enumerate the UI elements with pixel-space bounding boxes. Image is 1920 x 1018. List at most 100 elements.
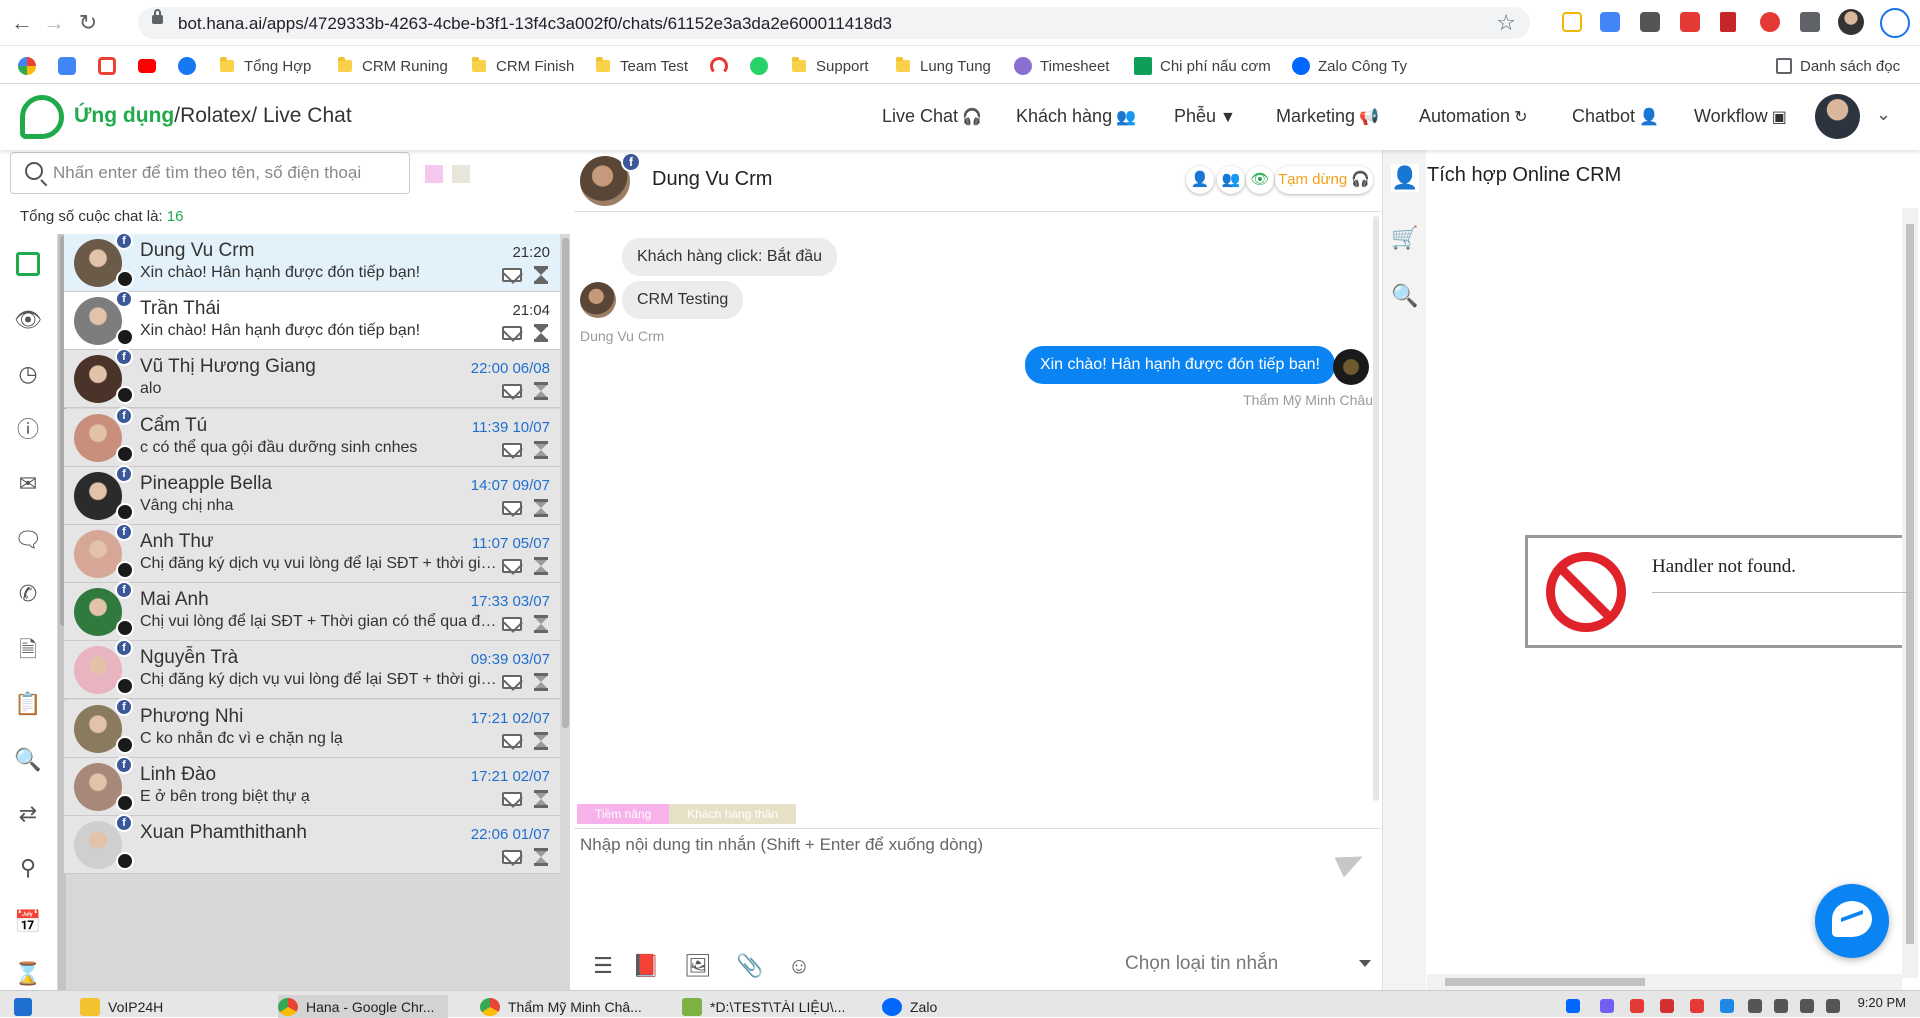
envelope-icon[interactable] [502, 733, 522, 748]
taskbar-item-notepad[interactable]: *D:\TEST\TÀI LIỆU\... [682, 995, 845, 1018]
menu-icon[interactable] [1880, 8, 1910, 38]
user-avatar[interactable] [1815, 94, 1860, 139]
bookmark-support[interactable]: Support [792, 55, 869, 77]
tag-potential[interactable]: Tiềm năng [577, 804, 670, 824]
file-export-icon[interactable]: 🗎 [14, 636, 42, 664]
nav-live-chat[interactable]: Live Chat 🎧 [882, 106, 982, 127]
tray-wifi-icon[interactable] [1748, 999, 1762, 1013]
hourglass-icon[interactable] [534, 673, 548, 692]
hana-logo-icon[interactable] [20, 95, 64, 139]
tray-keyboard-icon[interactable] [1826, 999, 1840, 1013]
start-icon[interactable] [14, 995, 40, 1018]
reload-icon[interactable]: ↻ [76, 11, 100, 35]
translate-extension-icon[interactable] [1600, 12, 1620, 32]
bookmark-crm-runing[interactable]: CRM Runing [338, 55, 448, 77]
book-icon[interactable]: 📕 [632, 953, 659, 979]
address-bar[interactable]: bot.hana.ai/apps/4729333b-4263-4cbe-b3f1… [138, 7, 1530, 39]
tag-close-customer[interactable]: Khách hàng thân [669, 804, 796, 824]
message-type-select[interactable]: Chọn loại tin nhắn [1125, 953, 1278, 975]
taskbar-item-chrome-hana[interactable]: Hana - Google Chr... [278, 995, 449, 1018]
paperclip-icon[interactable]: 📎 [736, 953, 763, 979]
nav-automation[interactable]: Automation ↻ [1419, 106, 1527, 127]
chat-list-item[interactable]: f Dung Vu Crm Xin chào! Hân hạnh được đón … [64, 232, 560, 292]
sitemap-icon[interactable]: ☰ [590, 953, 616, 979]
pause-button[interactable]: Tạm dừng 🎧 [1275, 166, 1373, 194]
envelope-icon[interactable] [502, 326, 522, 341]
taskbar-item-chrome-minhchau[interactable]: Thẩm Mỹ Minh Châ... [480, 995, 642, 1018]
cart-icon[interactable]: 🛒 [1391, 224, 1419, 252]
hide-eye-icon[interactable]: 👁 [1246, 166, 1274, 194]
bookmark-lung-tung[interactable]: Lung Tung [896, 55, 991, 77]
red-extension-icon[interactable] [1680, 12, 1700, 32]
bookmark-crm-finish[interactable]: CRM Finish [472, 55, 574, 77]
back-icon[interactable]: ← [10, 11, 34, 35]
facebook-bookmark-icon[interactable] [178, 55, 204, 77]
gmail-bookmark-icon[interactable] [98, 55, 124, 77]
chat-list-item[interactable]: f Vũ Thị Hương Giang alo 22:00 06/08 [64, 348, 560, 409]
envelope-icon[interactable] [502, 559, 522, 573]
tray-red-icon[interactable] [1630, 999, 1644, 1013]
messenger-chat-icon[interactable] [1815, 884, 1889, 958]
search-box-icon[interactable]: 🔍 [14, 746, 42, 774]
image-icon[interactable]: 🖼 [684, 953, 712, 979]
caret-down-icon[interactable] [1359, 960, 1371, 967]
exchange-icon[interactable]: ⇄ [14, 800, 42, 828]
chat-list-item[interactable]: f Nguyễn Trà Chị đăng ký dịch vụ vui lòng … [64, 639, 560, 700]
eye-slash-icon[interactable]: 👁 [14, 306, 42, 334]
tray-battery-icon[interactable] [1774, 999, 1788, 1013]
phone-icon[interactable]: ✆ [14, 580, 42, 608]
chat-list-item[interactable]: f Xuan Phamthithanh 22:06 01/07 [64, 814, 560, 874]
chat-list-item[interactable]: f Trần Thái Xin chào! Hân hạnh được đón ti… [64, 290, 560, 351]
chat-list-item[interactable]: f Phương Nhi C ko nhắn đc vì e chặn ng lạ 1… [64, 697, 560, 758]
envelope-icon[interactable] [502, 675, 522, 690]
hourglass-icon[interactable]: ⌛ [14, 960, 42, 988]
all-chats-icon[interactable] [16, 252, 40, 276]
hourglass-icon[interactable] [534, 440, 548, 459]
translate-bookmark-icon[interactable] [58, 55, 84, 77]
clipboard-user-icon[interactable]: 📋 [14, 690, 42, 718]
tag-filter-chip-1[interactable] [425, 165, 443, 183]
bookmark-timesheet[interactable]: Timesheet [1014, 55, 1109, 77]
extension-icon[interactable] [1562, 12, 1582, 32]
breadcrumb-apps[interactable]: Ứng dụng [74, 104, 174, 127]
nav-chatbot[interactable]: Chatbot 👤 [1572, 106, 1659, 127]
envelope-icon[interactable] [502, 384, 522, 399]
nav-marketing[interactable]: Marketing 📢 [1276, 106, 1379, 127]
envelope-icon[interactable] [502, 442, 522, 457]
hourglass-icon[interactable] [534, 557, 548, 575]
contact-card-icon[interactable]: 👤 [1391, 164, 1419, 192]
hourglass-icon[interactable] [534, 266, 548, 284]
tray-volume-icon[interactable] [1800, 999, 1814, 1013]
chat-search[interactable] [10, 152, 410, 194]
hourglass-icon[interactable] [534, 789, 548, 808]
integration-vertical-scrollbar[interactable] [1902, 208, 1918, 978]
message-input[interactable] [580, 835, 1340, 915]
forward-icon[interactable]: → [42, 11, 66, 35]
envelope-icon[interactable]: ✉ [14, 470, 42, 498]
profile-avatar-icon[interactable] [1838, 9, 1864, 35]
transfer-user-icon[interactable]: 👥 [1217, 166, 1245, 194]
hourglass-icon[interactable] [534, 615, 548, 634]
chat-list-item[interactable]: f Mai Anh Chị vui lòng để lại SĐT + Thời g… [64, 581, 560, 642]
assign-user-icon[interactable]: 👤 [1186, 166, 1214, 194]
bookmark-team-test[interactable]: Team Test [596, 55, 688, 77]
tray-zalo-icon[interactable] [1566, 999, 1580, 1013]
envelope-icon[interactable] [502, 617, 522, 632]
chat-list-item[interactable]: f Linh Đào E ở bên trong biệt thự ạ 17:21 0… [64, 755, 560, 816]
reading-list[interactable]: Danh sách đọc [1776, 55, 1900, 77]
chat-search-input[interactable] [53, 161, 403, 185]
clock-icon[interactable]: ◷ [14, 360, 42, 388]
smile-icon[interactable]: ☺ [786, 953, 812, 979]
speedometer-bookmark-icon[interactable] [710, 55, 736, 77]
chat-list-item[interactable]: f Cẩm Tú c có thể qua gội đầu dưỡng sinh c… [64, 406, 560, 467]
tray-bluetooth-icon[interactable] [1720, 999, 1734, 1013]
comment-icon[interactable]: 🗨 [14, 526, 42, 554]
envelope-icon[interactable] [502, 268, 522, 282]
bookmark-chi-phi-nau-com[interactable]: Chi phí nấu cơm [1134, 55, 1271, 77]
tray-record-icon[interactable] [1660, 999, 1674, 1013]
message-scrollbar[interactable] [1373, 216, 1379, 801]
question-icon[interactable]: ⓘ [14, 416, 42, 444]
hourglass-icon[interactable] [534, 848, 548, 866]
record-extension-icon[interactable] [1760, 12, 1780, 32]
chat-list-item[interactable]: f Pineapple Bella Vâng chị nha 14:07 09/07 [64, 464, 560, 525]
